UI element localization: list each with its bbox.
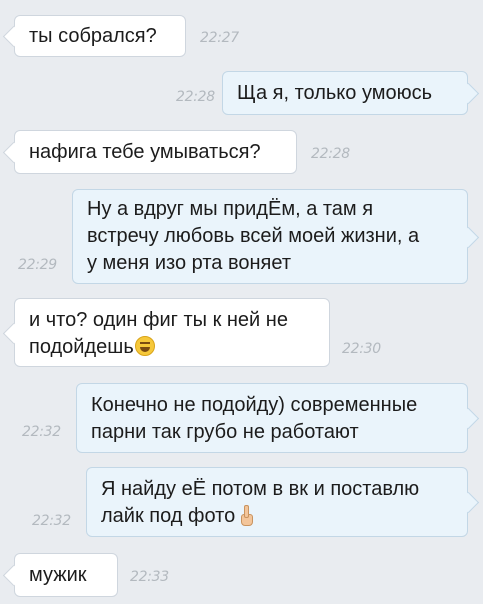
message-timestamp: 22:33 — [130, 569, 169, 585]
message-bubble-incoming[interactable]: нафига тебе умываться? — [14, 130, 297, 174]
message-text: Конечно не подойду) современные парни та… — [91, 394, 418, 443]
message-bubble-incoming[interactable]: ты собрался? — [14, 15, 186, 57]
message-timestamp: 22:27 — [200, 30, 239, 46]
message-text: Ща я, только умоюсь — [237, 82, 433, 104]
message-timestamp: 22:30 — [342, 341, 381, 357]
message-timestamp: 22:32 — [22, 424, 61, 440]
message-text: и что? один фиг ты к ней не подойдешь — [29, 309, 288, 358]
message-text: мужик — [29, 564, 87, 586]
message-bubble-incoming[interactable]: и что? один фиг ты к ней не подойдешь — [14, 298, 330, 367]
pointing-up-hand-icon — [238, 504, 254, 526]
message-timestamp: 22:32 — [32, 513, 71, 529]
message-bubble-incoming[interactable]: мужик — [14, 553, 118, 597]
message-timestamp: 22:29 — [18, 257, 57, 273]
message-text: ты собрался? — [29, 25, 157, 47]
message-text: Я найду еЁ потом в вк и поставлю лайк по… — [101, 478, 420, 527]
message-bubble-outgoing[interactable]: Ща я, только умоюсь — [222, 71, 468, 115]
message-text: Ну а вдруг мы придЁм, а там я встречу лю… — [87, 198, 420, 274]
message-bubble-outgoing[interactable]: Ну а вдруг мы придЁм, а там я встречу лю… — [72, 189, 468, 284]
message-text: нафига тебе умываться? — [29, 141, 261, 163]
message-timestamp: 22:28 — [311, 146, 350, 162]
message-bubble-outgoing[interactable]: Конечно не подойду) современные парни та… — [76, 383, 468, 453]
message-timestamp: 22:28 — [176, 89, 215, 105]
message-bubble-outgoing[interactable]: Я найду еЁ потом в вк и поставлю лайк по… — [86, 467, 468, 537]
laughing-face-icon — [134, 335, 155, 356]
